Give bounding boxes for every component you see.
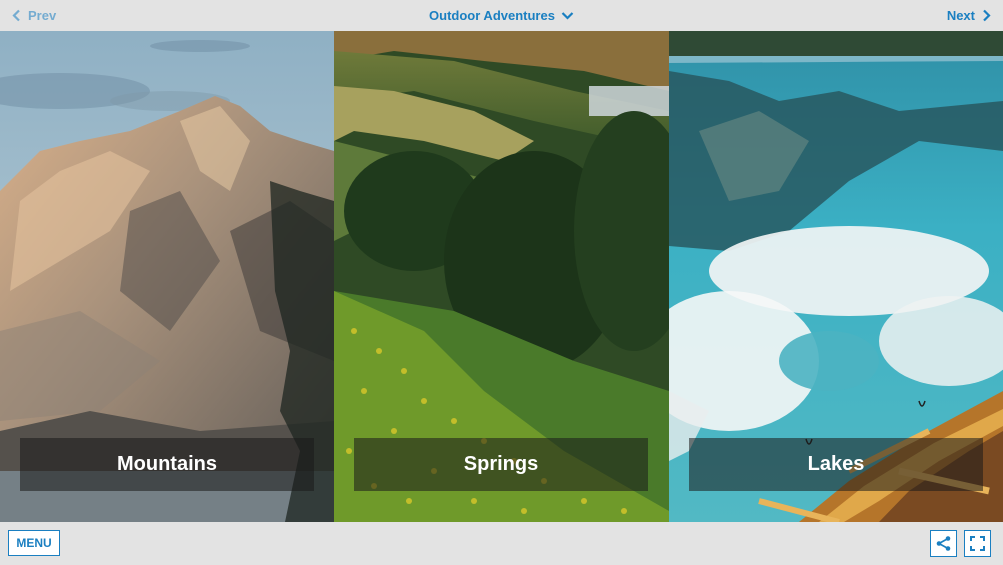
panel-mountains[interactable]: Mountains: [0, 31, 334, 522]
panel-label: Springs: [463, 453, 539, 475]
menu-button[interactable]: MENU: [8, 530, 60, 556]
next-label: Next: [946, 8, 975, 23]
share-button[interactable]: [930, 530, 957, 557]
presentation-title: Outdoor Adventures: [429, 8, 555, 23]
panel-springs[interactable]: Springs: [334, 31, 669, 522]
bottom-bar: MENU: [0, 522, 1003, 565]
category-panels: Mountains Springs Lakes: [0, 31, 1003, 522]
panel-caption: Lakes: [689, 438, 983, 491]
chevron-right-icon: [983, 9, 991, 22]
panel-lakes[interactable]: Lakes: [669, 31, 1003, 522]
panel-caption: Mountains: [20, 438, 314, 491]
presentation-title-dropdown[interactable]: Outdoor Adventures: [0, 0, 1003, 31]
fullscreen-button[interactable]: [964, 530, 991, 557]
fullscreen-icon: [970, 536, 985, 551]
panel-label: Lakes: [807, 453, 865, 475]
panel-caption: Springs: [354, 438, 648, 491]
chevron-down-icon: [561, 12, 574, 20]
share-icon: [936, 536, 951, 551]
top-bar: Prev Outdoor Adventures Next: [0, 0, 1003, 31]
panel-label: Mountains: [117, 453, 217, 475]
next-button[interactable]: Next: [947, 0, 991, 31]
